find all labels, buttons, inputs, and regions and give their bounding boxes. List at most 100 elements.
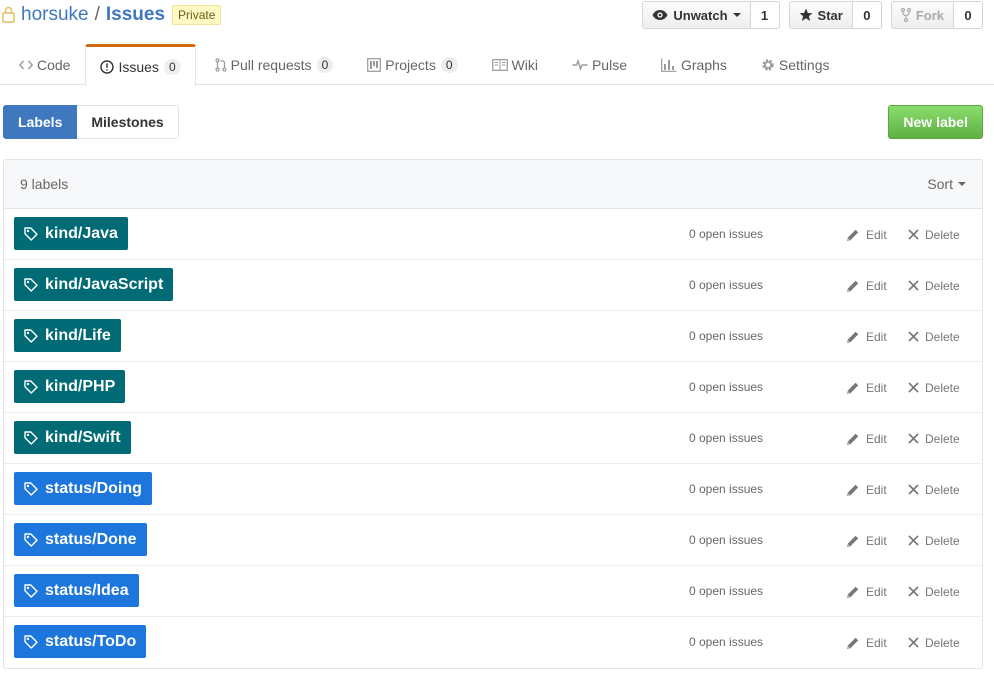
edit-button[interactable]: Edit <box>846 260 887 311</box>
tab-issues-label: Issues <box>118 58 159 75</box>
label-pill[interactable]: kind/Swift <box>14 421 131 454</box>
tab-issues[interactable]: Issues 0 <box>85 44 196 86</box>
pencil-icon <box>846 228 860 242</box>
close-icon <box>908 331 919 342</box>
label-pill[interactable]: kind/PHP <box>14 370 126 403</box>
open-issues-link[interactable]: 0 open issues <box>689 260 763 311</box>
edit-button[interactable]: Edit <box>846 617 887 668</box>
label-pill[interactable]: kind/JavaScript <box>14 268 174 301</box>
close-icon <box>908 280 919 291</box>
edit-button[interactable]: Edit <box>846 311 887 362</box>
table-row: kind/Swift 0 open issues Edit Delete <box>4 413 982 464</box>
star-group: Star 0 <box>788 1 882 29</box>
label-pill[interactable]: status/Done <box>14 523 147 556</box>
delete-button[interactable]: Delete <box>908 413 960 464</box>
open-issues-link[interactable]: 0 open issues <box>689 311 763 362</box>
path-separator: / <box>94 4 100 25</box>
repo-header: horsuke / Issues Private Unwatch 1 Star … <box>0 0 994 86</box>
label-name: status/Done <box>45 530 137 548</box>
pulls-counter: 0 <box>316 57 334 73</box>
label-pill[interactable]: kind/Life <box>14 319 121 352</box>
fork-icon <box>900 8 911 22</box>
tab-projects[interactable]: Projects 0 <box>348 44 472 85</box>
fork-button[interactable]: Fork <box>890 1 954 29</box>
tab-pulse[interactable]: Pulse <box>553 44 642 85</box>
table-row: status/ToDo 0 open issues Edit Delete <box>4 617 982 668</box>
delete-button[interactable]: Delete <box>908 362 960 413</box>
open-issues-link[interactable]: 0 open issues <box>689 362 763 413</box>
label-pill[interactable]: status/ToDo <box>14 625 147 658</box>
tag-icon <box>24 328 38 343</box>
open-issues-link[interactable]: 0 open issues <box>689 209 763 260</box>
close-icon <box>908 382 919 393</box>
delete-button[interactable]: Delete <box>908 617 960 668</box>
tab-graphs-label: Graphs <box>680 57 727 73</box>
label-pill[interactable]: status/Idea <box>14 574 139 607</box>
close-icon <box>908 637 919 648</box>
code-icon <box>19 59 33 71</box>
label-pill[interactable]: kind/Java <box>14 217 128 250</box>
delete-label: Delete <box>925 635 960 650</box>
delete-button[interactable]: Delete <box>908 209 960 260</box>
label-name: status/Idea <box>45 581 129 599</box>
open-issues-link[interactable]: 0 open issues <box>689 515 763 566</box>
close-icon <box>908 229 919 240</box>
edit-label: Edit <box>866 533 887 548</box>
book-icon <box>491 59 508 71</box>
edit-label: Edit <box>866 635 887 650</box>
new-label-button[interactable]: New label <box>888 105 983 139</box>
edit-button[interactable]: Edit <box>846 566 887 617</box>
tab-settings[interactable]: Settings <box>742 44 845 85</box>
fork-group: Fork 0 <box>890 1 983 29</box>
edit-button[interactable]: Edit <box>846 515 887 566</box>
git-pull-request-icon <box>215 58 227 72</box>
delete-button[interactable]: Delete <box>908 566 960 617</box>
open-issues-link[interactable]: 0 open issues <box>689 413 763 464</box>
repo-nav: Code Issues 0 Pull requests 0 Projects 0 <box>0 44 845 86</box>
open-issues-link[interactable]: 0 open issues <box>689 566 763 617</box>
chevron-down-icon <box>958 182 966 186</box>
delete-button[interactable]: Delete <box>908 464 960 515</box>
label-name: status/Doing <box>45 479 142 497</box>
open-issues-link[interactable]: 0 open issues <box>689 617 763 668</box>
edit-button[interactable]: Edit <box>846 362 887 413</box>
tab-pull-requests[interactable]: Pull requests 0 <box>196 44 349 85</box>
repo-owner-link[interactable]: horsuke <box>21 4 89 26</box>
repo-name-link[interactable]: Issues <box>106 4 165 26</box>
repo-title: horsuke / Issues Private <box>2 3 222 27</box>
labels-tab[interactable]: Labels <box>3 105 78 139</box>
tab-graphs[interactable]: Graphs <box>642 44 742 85</box>
label-pill[interactable]: status/Doing <box>14 472 152 505</box>
unwatch-button[interactable]: Unwatch <box>642 1 751 29</box>
eye-icon <box>652 9 668 21</box>
watchers-count[interactable]: 1 <box>750 1 780 29</box>
milestones-tab[interactable]: Milestones <box>77 105 179 139</box>
edit-button[interactable]: Edit <box>846 209 887 260</box>
star-button[interactable]: Star <box>788 1 853 29</box>
delete-label: Delete <box>925 278 960 293</box>
close-icon <box>908 433 919 444</box>
pencil-icon <box>846 483 860 497</box>
forks-count[interactable]: 0 <box>954 1 983 29</box>
tab-pulse-label: Pulse <box>591 57 627 73</box>
sort-dropdown[interactable]: Sort <box>927 176 966 192</box>
tab-projects-label: Projects <box>385 57 436 73</box>
tab-wiki[interactable]: Wiki <box>473 44 553 85</box>
open-issues-link[interactable]: 0 open issues <box>689 464 763 515</box>
delete-button[interactable]: Delete <box>908 260 960 311</box>
stars-count[interactable]: 0 <box>852 1 882 29</box>
delete-button[interactable]: Delete <box>908 515 960 566</box>
label-name: kind/PHP <box>45 377 116 395</box>
edit-button[interactable]: Edit <box>846 413 887 464</box>
delete-button[interactable]: Delete <box>908 311 960 362</box>
edit-button[interactable]: Edit <box>846 464 887 515</box>
sort-label: Sort <box>927 176 953 192</box>
edit-label: Edit <box>866 227 887 242</box>
label-name: status/ToDo <box>45 632 137 650</box>
delete-label: Delete <box>925 227 960 242</box>
tag-icon <box>24 379 38 394</box>
tab-code[interactable]: Code <box>0 44 85 85</box>
pencil-icon <box>846 330 860 344</box>
pencil-icon <box>846 534 860 548</box>
pencil-icon <box>846 585 860 599</box>
